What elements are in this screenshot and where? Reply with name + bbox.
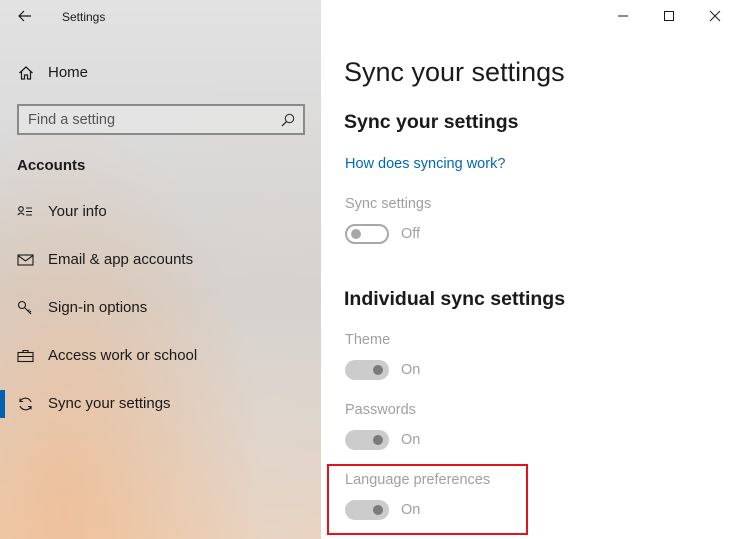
- sync-heading: Sync your settings: [344, 111, 519, 133]
- theme-state: On: [401, 362, 421, 378]
- toggle-knob: [373, 365, 383, 375]
- sync-settings-toggle[interactable]: [345, 224, 389, 244]
- home-icon: [19, 66, 33, 80]
- sync-settings-state: Off: [401, 226, 421, 242]
- maximize-icon: [664, 11, 674, 21]
- main-content: Sync your settings Sync your settings Ho…: [321, 0, 738, 539]
- sidebar-item-label: Sync your settings: [48, 395, 171, 412]
- briefcase-icon: [17, 349, 34, 363]
- sidebar: Settings Home Accounts Your info Email &…: [0, 0, 321, 539]
- minimize-button[interactable]: [600, 0, 646, 32]
- sidebar-item-label: Access work or school: [48, 347, 198, 364]
- section-title-accounts: Accounts: [17, 157, 86, 174]
- sidebar-item-sync-your-settings[interactable]: Sync your settings: [0, 384, 321, 424]
- sidebar-item-your-info[interactable]: Your info: [0, 192, 321, 232]
- search-box[interactable]: [17, 104, 305, 135]
- sidebar-item-email-app-accounts[interactable]: Email & app accounts: [0, 240, 321, 280]
- sidebar-item-label: Email & app accounts: [48, 251, 194, 268]
- nav-home-label: Home: [48, 64, 89, 81]
- sync-icon: [19, 397, 32, 411]
- mail-icon: [17, 254, 34, 266]
- key-icon: [17, 300, 32, 315]
- passwords-toggle[interactable]: [345, 430, 389, 450]
- page-title: Sync your settings: [344, 57, 565, 87]
- maximize-button[interactable]: [646, 0, 692, 32]
- toggle-knob: [351, 229, 361, 239]
- search-input[interactable]: [28, 110, 268, 130]
- sidebar-titlebar: Settings: [0, 0, 321, 32]
- sidebar-item-sign-in-options[interactable]: Sign-in options: [0, 288, 321, 328]
- active-indicator: [0, 390, 5, 418]
- passwords-state: On: [401, 432, 421, 448]
- highlight-box: [327, 464, 528, 535]
- passwords-label: Passwords: [345, 402, 416, 418]
- close-button[interactable]: [692, 0, 738, 32]
- close-icon: [709, 10, 721, 22]
- back-button[interactable]: [12, 4, 38, 28]
- back-arrow-icon: [18, 10, 31, 22]
- sidebar-item-label: Sign-in options: [48, 299, 148, 316]
- theme-label: Theme: [345, 332, 391, 348]
- sync-settings-label: Sync settings: [345, 196, 432, 212]
- how-syncing-works-link[interactable]: How does syncing work?: [345, 156, 505, 172]
- minimize-icon: [618, 15, 628, 17]
- search-icon[interactable]: [280, 112, 296, 128]
- sidebar-item-access-work-school[interactable]: Access work or school: [0, 336, 321, 376]
- sidebar-item-label: Your info: [48, 203, 107, 220]
- toggle-knob: [373, 435, 383, 445]
- theme-toggle[interactable]: [345, 360, 389, 380]
- person-list-icon: [17, 206, 32, 216]
- nav-home[interactable]: Home: [0, 58, 321, 88]
- individual-sync-heading: Individual sync settings: [344, 288, 566, 310]
- app-title: Settings: [62, 10, 106, 24]
